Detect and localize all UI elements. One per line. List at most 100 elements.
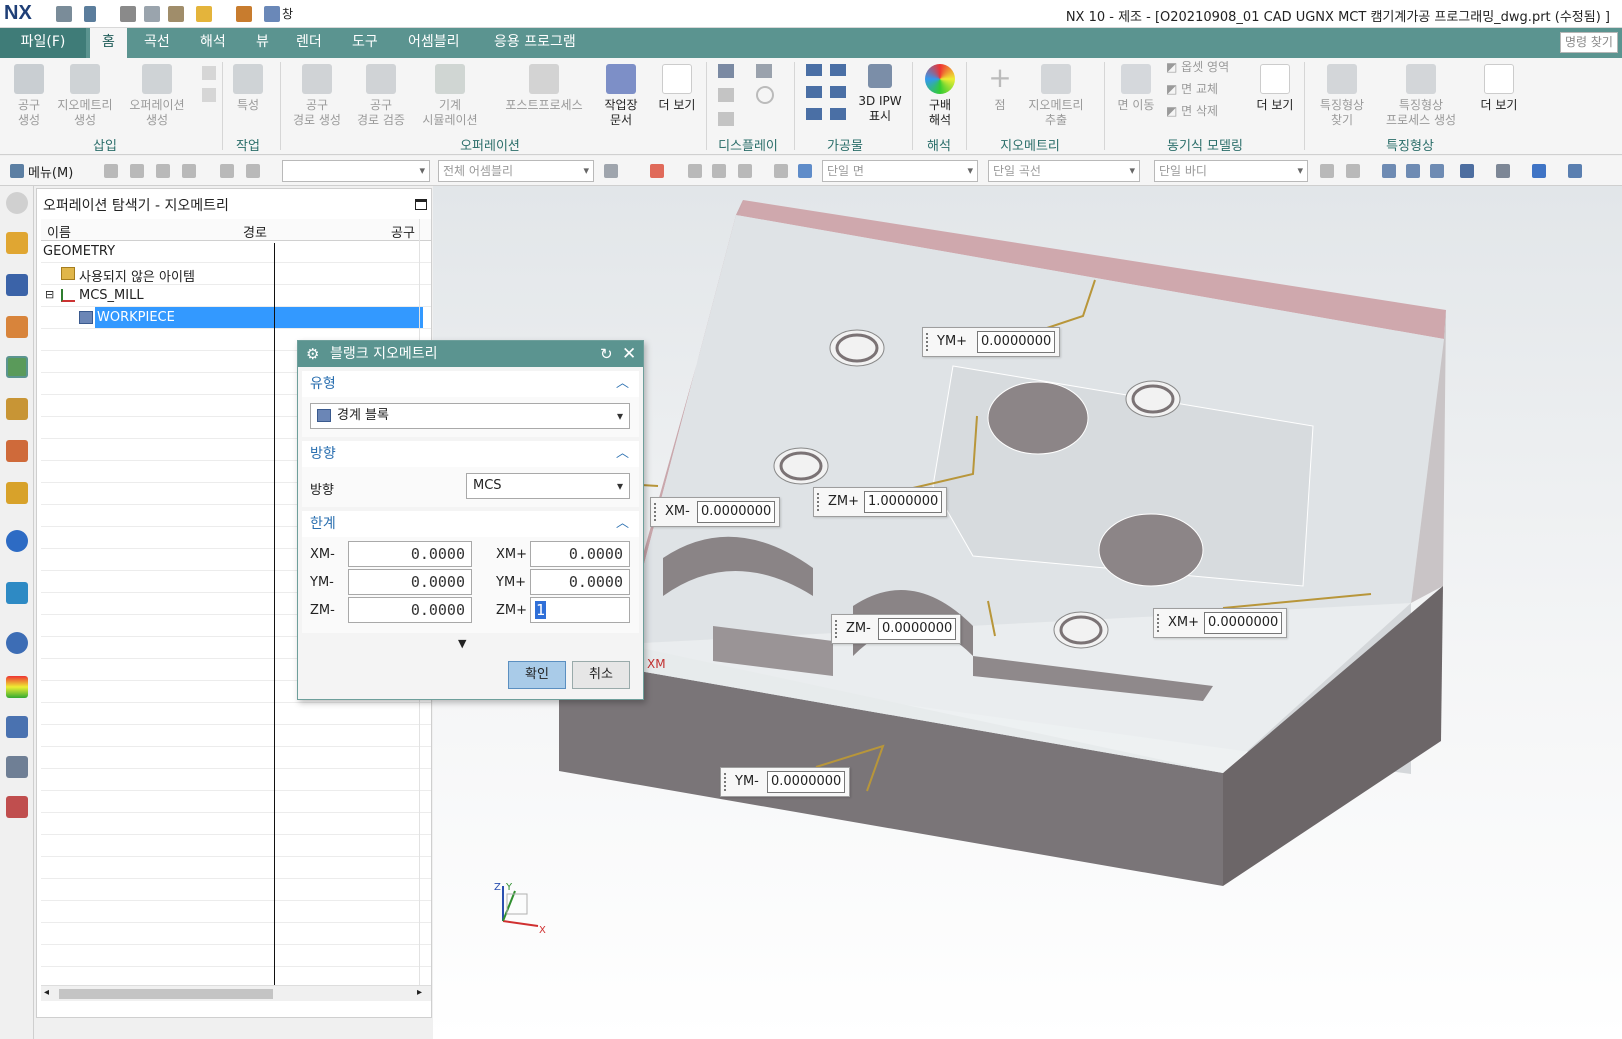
workpiece-icon-1[interactable] [806, 64, 822, 76]
operation-navigator-icon[interactable] [6, 356, 28, 378]
properties-button[interactable]: 특성 [226, 58, 270, 113]
grip-icon[interactable] [724, 773, 728, 791]
machine-simulation-button[interactable]: 기계 시뮬레이션 [418, 58, 482, 128]
ym-plus-field[interactable]: 0.0000 [530, 569, 630, 595]
window-menu-label[interactable]: 창 [282, 5, 293, 22]
zm-plus-input[interactable]: 1.0000000 [864, 491, 942, 513]
workpiece-icon-3[interactable] [806, 86, 822, 98]
filter-icon-3[interactable] [156, 164, 170, 178]
find-features-button[interactable]: 특징형상 찾기 [1310, 58, 1374, 128]
file-tab[interactable]: 파일(F) [0, 28, 86, 58]
curve-rule-select[interactable]: 단일 곡선 [988, 160, 1140, 182]
draft-analysis-button[interactable]: 구배 해석 [916, 58, 964, 128]
section-direction[interactable]: 방향 ︿ [302, 441, 639, 467]
assembly-filter-select[interactable]: 전체 어셈블리 [438, 160, 594, 182]
web-browser-icon[interactable] [6, 530, 28, 552]
layer-icon[interactable] [1532, 164, 1546, 178]
workpiece-icon-4[interactable] [830, 86, 846, 98]
select-icon-2[interactable] [650, 164, 664, 178]
ym-minus-input[interactable]: 0.0000000 [767, 771, 845, 793]
dialog-title-bar[interactable]: 블랭크 지오메트리 ⚙ ↻ ✕ [298, 341, 643, 367]
create-tool-button[interactable]: 공구 생성 [8, 58, 50, 128]
tree-row-unused[interactable]: 사용되지 않은 아이템 [41, 263, 431, 285]
scrollbar-thumb[interactable] [59, 989, 273, 999]
display-icon-4[interactable] [756, 86, 774, 104]
offset-region-button[interactable]: ◩ 옵셋 영역 [1166, 60, 1246, 75]
zm-minus-tag[interactable]: ZM- 0.0000000 [831, 614, 961, 644]
command-finder-input[interactable]: 명령 찾기 [1560, 32, 1618, 53]
tab-view[interactable]: 뷰 [244, 28, 281, 58]
scroll-left-icon[interactable]: ◂ [44, 987, 49, 998]
extract-geometry-button[interactable]: 지오메트리 추출 [1020, 58, 1092, 128]
tree-row-workpiece[interactable]: WORKPIECE [41, 307, 431, 329]
tab-home[interactable]: 홈 [90, 28, 127, 58]
part-navigator-icon[interactable] [6, 316, 28, 338]
column-path[interactable]: 경로 [243, 222, 267, 241]
select-icon-5[interactable] [738, 164, 752, 178]
feature-navigator-icon[interactable] [6, 440, 28, 462]
history-icon[interactable] [6, 582, 28, 604]
filter-icon-4[interactable] [182, 164, 196, 178]
column-name[interactable]: 이름 [47, 222, 71, 241]
filter-icon-6[interactable] [246, 164, 260, 178]
xm-plus-tag[interactable]: XM+ 0.0000000 [1153, 608, 1287, 638]
undo-icon[interactable] [84, 6, 96, 22]
body-rule-select[interactable]: 단일 바디 [1154, 160, 1308, 182]
gear-icon[interactable]: ⚙ [306, 341, 319, 367]
ok-button[interactable]: 확인 [508, 661, 566, 689]
small-insert-icon-2[interactable] [202, 88, 216, 102]
xm-minus-field[interactable]: 0.0000 [348, 541, 472, 567]
grip-icon[interactable] [926, 333, 930, 351]
xm-plus-field[interactable]: 0.0000 [530, 541, 630, 567]
section-type[interactable]: 유형 ︿ [302, 371, 639, 397]
ym-minus-tag[interactable]: YM- 0.0000000 [720, 767, 850, 797]
more-button-operation[interactable]: 더 보기 [652, 58, 702, 113]
view-rotate-icon[interactable] [1430, 164, 1444, 178]
type-select[interactable]: 경계 블록 [310, 403, 630, 429]
filter-icon-2[interactable] [130, 164, 144, 178]
small-insert-icon[interactable] [202, 66, 216, 80]
point-button[interactable]: + 점 [978, 58, 1022, 113]
collapse-icon[interactable]: ⊟ [45, 288, 54, 301]
constraint-navigator-icon[interactable] [6, 274, 28, 296]
select-icon-6[interactable] [774, 164, 788, 178]
select-icon-7[interactable] [798, 164, 812, 178]
postprocess-button[interactable]: 포스트프로세스 [498, 58, 590, 113]
tab-analysis[interactable]: 해석 [188, 28, 238, 58]
create-geometry-button[interactable]: 지오메트리 생성 [52, 58, 118, 128]
workpiece-icon-2[interactable] [830, 64, 846, 76]
snap-icon-1[interactable] [1320, 164, 1334, 178]
view-orient-icon[interactable] [1460, 164, 1474, 178]
zm-minus-input[interactable]: 0.0000000 [878, 618, 956, 640]
grip-icon[interactable] [1157, 614, 1161, 632]
role-icon[interactable] [6, 796, 28, 818]
tree-row-geometry[interactable]: GEOMETRY [41, 241, 431, 263]
column-tool[interactable]: 공구 [391, 222, 415, 241]
select-icon-3[interactable] [688, 164, 702, 178]
create-operation-button[interactable]: 오퍼레이션 생성 [124, 58, 190, 128]
xm-minus-tag[interactable]: XM- 0.0000000 [650, 497, 780, 527]
copy-icon[interactable] [144, 6, 160, 22]
generate-toolpath-button[interactable]: 공구 경로 생성 [286, 58, 348, 128]
robot-icon[interactable] [6, 756, 28, 778]
display-icon-2[interactable] [756, 64, 772, 78]
touch-mode-icon[interactable] [236, 6, 252, 22]
render-style-icon[interactable] [1496, 164, 1510, 178]
save-icon[interactable] [56, 6, 72, 22]
tab-assembly[interactable]: 어셈블리 [396, 28, 472, 58]
ym-plus-tag[interactable]: YM+ 0.0000000 [922, 327, 1060, 357]
face-rule-select[interactable]: 단일 면 [822, 160, 978, 182]
grip-icon[interactable] [835, 620, 839, 638]
machine-tool-navigator-icon[interactable] [6, 398, 28, 420]
move-face-button[interactable]: 면 이동 [1108, 58, 1164, 113]
cut-icon[interactable] [120, 6, 136, 22]
tab-tools[interactable]: 도구 [340, 28, 390, 58]
shop-docs-button[interactable]: 작업장 문서 [598, 58, 644, 128]
section-limits[interactable]: 한계 ︿ [302, 511, 639, 537]
gear-icon[interactable] [6, 192, 28, 214]
view-fit-icon[interactable] [1382, 164, 1396, 178]
chevron-up-icon[interactable]: ︿ [616, 441, 629, 467]
view-zoom-icon[interactable] [1406, 164, 1420, 178]
workpiece-icon-6[interactable] [830, 108, 846, 120]
tab-applications[interactable]: 응용 프로그램 [482, 28, 588, 58]
